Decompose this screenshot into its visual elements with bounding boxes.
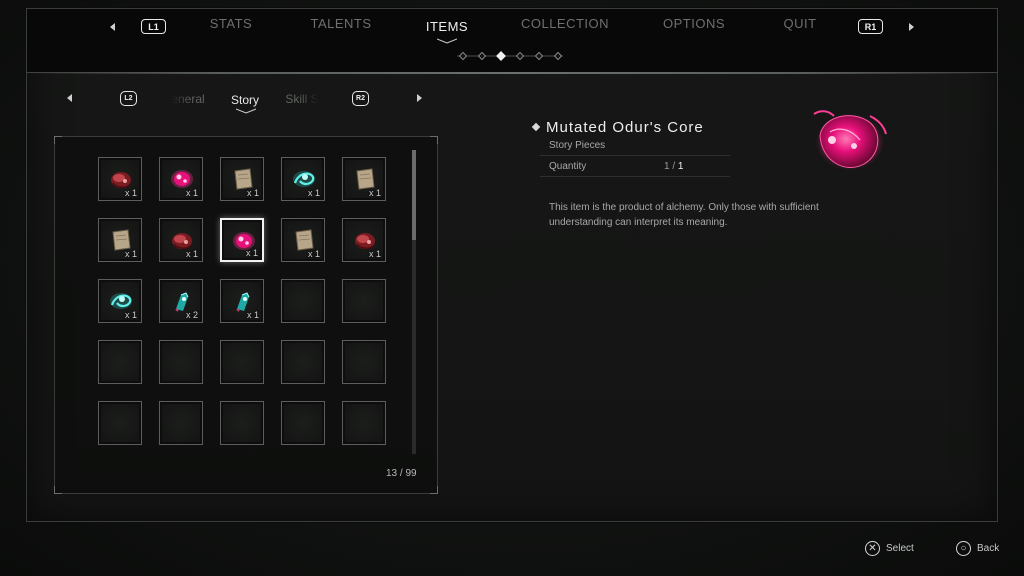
- subtab-skill[interactable]: Skill S: [285, 92, 318, 106]
- panel-corner: [430, 136, 438, 144]
- inventory-slot[interactable]: x 1: [342, 218, 386, 262]
- select-hint[interactable]: ✕ Select: [865, 541, 914, 556]
- subtab-story[interactable]: Story: [231, 93, 259, 107]
- page-dot: [534, 51, 544, 61]
- quantity-label: Quantity: [549, 161, 587, 172]
- inventory-count: 13 / 99: [386, 468, 417, 479]
- inventory-slot-empty[interactable]: [342, 401, 386, 445]
- inventory-slot[interactable]: x 1: [159, 218, 203, 262]
- prev-subtab-arrow-icon[interactable]: [67, 94, 72, 102]
- l1-button-icon[interactable]: L1: [141, 19, 166, 34]
- inventory-slot[interactable]: x 1: [98, 279, 142, 323]
- inventory-slot-empty[interactable]: [281, 340, 325, 384]
- inventory-slot-empty[interactable]: [342, 279, 386, 323]
- mutated-core-icon: [813, 110, 887, 168]
- active-tab-marker-icon: [437, 38, 457, 44]
- quantity-separator: /: [669, 161, 678, 172]
- inventory-slot[interactable]: x 1: [220, 157, 264, 201]
- inventory-slot[interactable]: x 1: [98, 218, 142, 262]
- slot-quantity: x 1: [124, 188, 137, 198]
- inventory-slot[interactable]: x 1: [98, 157, 142, 201]
- inventory-slot-empty[interactable]: [220, 340, 264, 384]
- slot-quantity: x 1: [185, 249, 198, 259]
- tab-quit[interactable]: QUIT: [783, 16, 816, 31]
- top-tab-bar: [27, 9, 997, 73]
- panel-corner: [54, 486, 62, 494]
- slot-quantity: x 1: [246, 310, 259, 320]
- inventory-slot[interactable]: x 1: [281, 218, 325, 262]
- l2-button-icon[interactable]: L2: [120, 91, 137, 106]
- tab-stats[interactable]: STATS: [210, 16, 252, 31]
- tab-talents[interactable]: TALENTS: [310, 16, 371, 31]
- item-category: Story Pieces: [549, 140, 606, 151]
- page-dot-active: [496, 51, 506, 61]
- panel-corner: [54, 136, 62, 144]
- inventory-slot-empty[interactable]: [159, 401, 203, 445]
- inventory-slot[interactable]: x 2: [159, 279, 203, 323]
- cross-button-icon: ✕: [865, 541, 880, 556]
- quantity-max: 1: [677, 161, 684, 172]
- slot-quantity: x 1: [245, 248, 258, 258]
- r2-button-icon[interactable]: R2: [352, 91, 369, 106]
- quantity-value: 1 / 1: [664, 161, 683, 172]
- inventory-slot[interactable]: x 1: [159, 157, 203, 201]
- inventory-slot[interactable]: x 1: [342, 157, 386, 201]
- inventory-slot[interactable]: x 1: [220, 279, 264, 323]
- slot-quantity: x 1: [307, 249, 320, 259]
- slot-quantity: x 1: [368, 188, 381, 198]
- next-tab-arrow-icon[interactable]: [909, 23, 914, 31]
- page-indicator: [457, 51, 563, 61]
- next-subtab-arrow-icon[interactable]: [417, 94, 422, 102]
- top-bar-divider: [27, 72, 997, 74]
- inventory-slot-empty[interactable]: [220, 401, 264, 445]
- prev-tab-arrow-icon[interactable]: [110, 23, 115, 31]
- circle-button-icon: ○: [956, 541, 971, 556]
- inventory-slot-empty[interactable]: [281, 401, 325, 445]
- inventory-slot-empty[interactable]: [281, 279, 325, 323]
- slot-quantity: x 1: [368, 249, 381, 259]
- tab-items[interactable]: ITEMS: [426, 19, 468, 34]
- inventory-scroll-thumb[interactable]: [412, 150, 416, 240]
- inventory-slot-empty[interactable]: [342, 340, 386, 384]
- back-label: Back: [977, 543, 1000, 554]
- select-label: Select: [886, 543, 914, 554]
- active-subtab-marker-icon: [236, 108, 256, 114]
- tab-collection[interactable]: COLLECTION: [521, 16, 609, 31]
- item-title: Mutated Odur's Core: [546, 119, 704, 136]
- panel-corner: [430, 486, 438, 494]
- inventory-slot-empty[interactable]: [98, 401, 142, 445]
- r1-button-icon[interactable]: R1: [858, 19, 883, 34]
- item-description: This item is the product of alchemy. Onl…: [549, 202, 819, 228]
- inventory-slot[interactable]: x 1: [281, 157, 325, 201]
- back-hint[interactable]: ○ Back: [956, 541, 999, 556]
- inventory-slot-empty[interactable]: [159, 340, 203, 384]
- slot-quantity: x 1: [246, 188, 259, 198]
- slot-quantity: x 1: [124, 249, 137, 259]
- slot-quantity: x 2: [185, 310, 198, 320]
- slot-quantity: x 1: [307, 188, 320, 198]
- inventory-slot-empty[interactable]: [98, 340, 142, 384]
- page-dot: [458, 51, 468, 61]
- subtab-general[interactable]: eneral: [171, 92, 204, 106]
- tab-options[interactable]: OPTIONS: [663, 16, 725, 31]
- slot-quantity: x 1: [185, 188, 198, 198]
- slot-quantity: x 1: [124, 310, 137, 320]
- page-dot: [477, 51, 487, 61]
- page-dot: [553, 51, 563, 61]
- page-dot: [515, 51, 525, 61]
- inventory-slot[interactable]: x 1: [220, 218, 264, 262]
